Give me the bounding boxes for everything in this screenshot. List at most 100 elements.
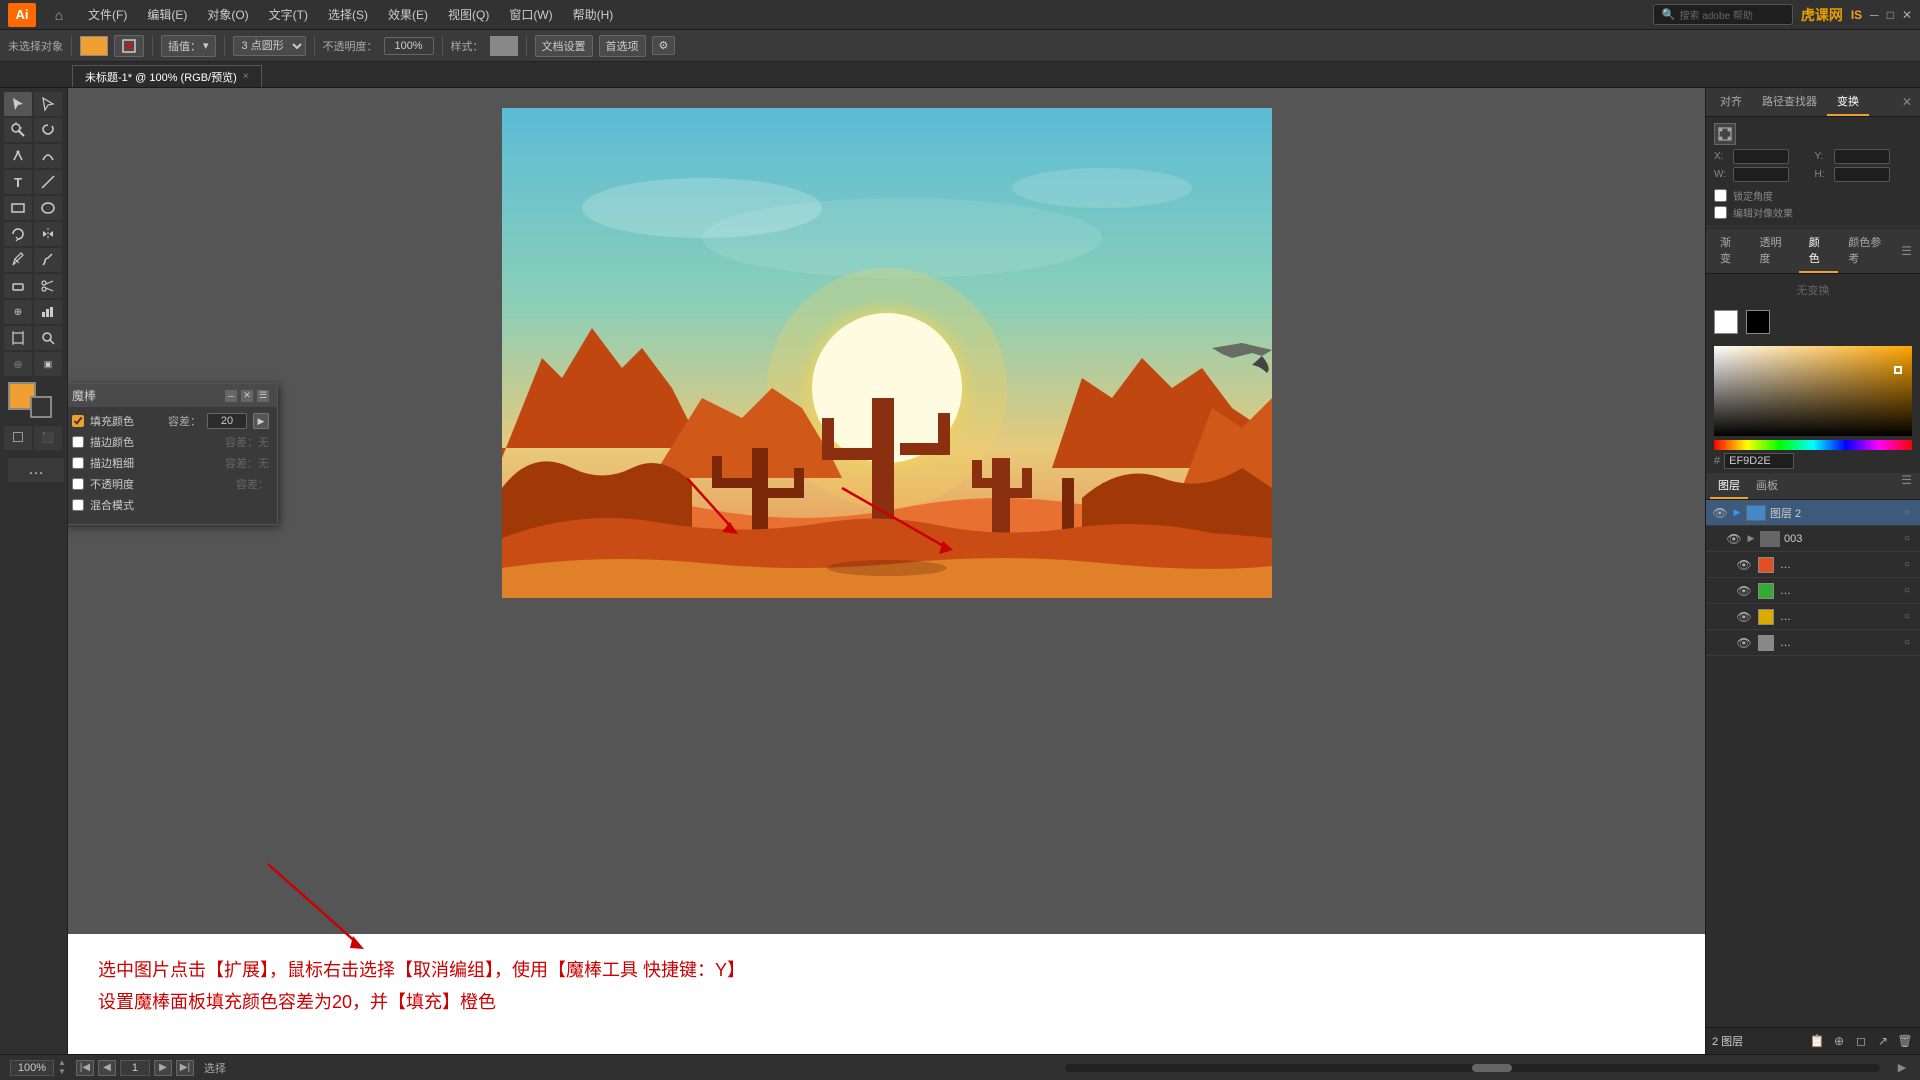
zoom-down[interactable]: ▼ (58, 1068, 66, 1076)
opacity-checkbox[interactable] (72, 478, 84, 490)
layer-yellow-lock[interactable]: ○ (1900, 610, 1914, 624)
fill-tolerance-input[interactable] (207, 413, 247, 429)
layer-green-eye[interactable]: 👁 (1736, 583, 1752, 599)
screen-mode[interactable]: ▣ (34, 352, 62, 376)
scroll-right-btn[interactable]: ▶ (1894, 1060, 1910, 1076)
layer-green-lock[interactable]: ○ (1900, 584, 1914, 598)
make-sublayer-btn[interactable]: 📋 (1808, 1032, 1826, 1050)
opacity-input[interactable] (384, 37, 434, 55)
menu-object[interactable]: 对象(O) (199, 4, 256, 25)
fill-tolerance-arrow[interactable]: ▶ (253, 413, 269, 429)
panel-close-btn[interactable]: ✕ (241, 390, 253, 402)
zoom-input[interactable] (10, 1060, 54, 1076)
y-input[interactable] (1834, 149, 1890, 164)
align-tab[interactable]: 对齐 (1710, 88, 1752, 116)
symbol-tool[interactable]: ⊕ (4, 300, 32, 324)
line-tool[interactable] (34, 170, 62, 194)
direct-select-tool[interactable] (34, 92, 62, 116)
select-tool[interactable] (4, 92, 32, 116)
layer-2-lock[interactable]: ○ (1900, 506, 1914, 520)
last-page-btn[interactable]: ▶| (176, 1060, 194, 1076)
layers-panel-menu[interactable]: ☰ (1897, 473, 1916, 499)
window-minimize[interactable]: ─ (1870, 8, 1879, 22)
gradient-btn[interactable]: ⬛ (34, 426, 62, 450)
fill-color-box[interactable] (80, 36, 108, 56)
constrain-proportions[interactable] (1714, 189, 1727, 202)
style-color[interactable] (490, 36, 518, 56)
text-tool[interactable]: T (4, 170, 32, 194)
graph-tool[interactable] (34, 300, 62, 324)
horizontal-scrollbar[interactable] (1065, 1064, 1880, 1072)
desert-artwork[interactable] (502, 108, 1272, 598)
menu-view[interactable]: 视图(Q) (440, 4, 497, 25)
window-maximize[interactable]: □ (1887, 8, 1894, 22)
ellipse-tool[interactable] (34, 196, 62, 220)
layer-003-expand[interactable]: ▶ (1746, 534, 1756, 544)
canvas-wrapper[interactable]: 魔棒 ─ ✕ ☰ 填充颜色 容差： ▶ (68, 88, 1705, 934)
interpolation-btn[interactable]: 插值：▾ (161, 35, 216, 57)
panel-header[interactable]: 魔棒 ─ ✕ ☰ (68, 384, 277, 407)
layer-yellow-eye[interactable]: 👁 (1736, 609, 1752, 625)
fill-color-checkbox[interactable] (72, 415, 84, 427)
menu-window[interactable]: 窗口(W) (501, 4, 560, 25)
right-panel-close[interactable]: ✕ (1898, 95, 1916, 109)
menu-help[interactable]: 帮助(H) (565, 4, 622, 25)
menu-file[interactable]: 文件(F) (80, 4, 135, 25)
window-close[interactable]: ✕ (1902, 8, 1912, 22)
page-input[interactable] (120, 1060, 150, 1076)
delete-layer-btn[interactable]: 🗑 (1896, 1032, 1914, 1050)
lasso-tool[interactable] (34, 118, 62, 142)
layer-grey-item[interactable]: 👁 … ○ (1706, 630, 1920, 656)
align-pixel[interactable] (1714, 206, 1727, 219)
pen-tool[interactable] (4, 144, 32, 168)
prev-page-btn[interactable]: ◀ (98, 1060, 116, 1076)
artboard-tool[interactable] (4, 326, 32, 350)
layer-2-expand[interactable]: ▶ (1732, 508, 1742, 518)
scissors-tool[interactable] (34, 274, 62, 298)
new-layer-btn[interactable]: ⊕ (1830, 1032, 1848, 1050)
fill-none-btn[interactable]: □ (4, 426, 32, 450)
brush-tool[interactable] (34, 248, 62, 272)
zoom-up[interactable]: ▲ (58, 1059, 66, 1067)
layer-003-item[interactable]: 👁 ▶ 003 ○ (1706, 526, 1920, 552)
opacity-tab[interactable]: 透明度 (1750, 229, 1799, 273)
layer-grey-lock[interactable]: ○ (1900, 636, 1914, 650)
color-tab[interactable]: 颜色 (1799, 229, 1839, 273)
next-page-btn[interactable]: ▶ (154, 1060, 172, 1076)
magic-wand-tool[interactable] (4, 118, 32, 142)
document-tab[interactable]: 未标题-1* @ 100% (RGB/预览) × (72, 65, 262, 87)
search-box[interactable]: 🔍 搜索 adobe 帮助 (1653, 4, 1793, 25)
menu-text[interactable]: 文字(T) (261, 4, 316, 25)
pencil-tool[interactable] (4, 248, 32, 272)
new-artboard-btn[interactable]: ◻ (1852, 1032, 1870, 1050)
black-swatch[interactable] (1746, 310, 1770, 334)
transform-tab[interactable]: 变换 (1827, 88, 1869, 116)
color-ref-tab[interactable]: 颜色参考 (1838, 229, 1897, 273)
stroke-icon[interactable] (114, 35, 144, 57)
white-swatch[interactable] (1714, 310, 1738, 334)
first-page-btn[interactable]: |◀ (76, 1060, 94, 1076)
x-input[interactable] (1733, 149, 1789, 164)
menu-effect[interactable]: 效果(E) (380, 4, 436, 25)
color-panel-menu[interactable]: ☰ (1897, 244, 1916, 258)
reflect-tool[interactable] (34, 222, 62, 246)
tab-close-btn[interactable]: × (243, 71, 249, 82)
pathfinder-tab[interactable]: 路径查找器 (1752, 88, 1827, 116)
zoom-tool[interactable] (34, 326, 62, 350)
layers-tab[interactable]: 图层 (1710, 473, 1748, 499)
eraser-tool[interactable] (4, 274, 32, 298)
home-icon[interactable]: ⌂ (48, 4, 70, 26)
layer-green-item[interactable]: 👁 … ○ (1706, 578, 1920, 604)
brush-select[interactable]: 3 点圆形 (233, 36, 306, 56)
hex-input[interactable] (1724, 453, 1794, 469)
extra-btn[interactable]: ⚙ (652, 36, 676, 55)
stroke-width-checkbox[interactable] (72, 457, 84, 469)
blend-mode-checkbox[interactable] (72, 499, 84, 511)
doc-settings-btn[interactable]: 文档设置 (535, 35, 593, 57)
move-to-layer-btn[interactable]: ↗ (1874, 1032, 1892, 1050)
gradient-tab[interactable]: 渐变 (1710, 229, 1750, 273)
menu-select[interactable]: 选择(S) (320, 4, 376, 25)
layer-red-eye[interactable]: 👁 (1736, 557, 1752, 573)
layer-003-eye[interactable]: 👁 (1726, 531, 1742, 547)
transform-icon[interactable] (1714, 123, 1736, 145)
